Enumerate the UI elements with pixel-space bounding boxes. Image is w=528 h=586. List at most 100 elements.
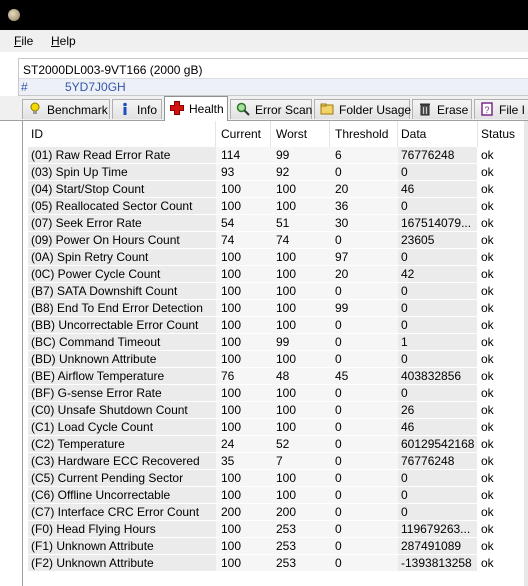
threshold-value: 0 xyxy=(330,521,400,537)
table-row[interactable]: (F0) Head Flying Hours 100 253 0 119679263..… xyxy=(23,521,528,538)
column-header-status[interactable]: Status xyxy=(478,121,528,147)
current-value: 100 xyxy=(216,198,273,214)
table-row[interactable]: (C3) Hardware ECC Recovered 35 7 0 76776248 o… xyxy=(23,453,528,470)
title-bar xyxy=(0,0,528,30)
raw-data: 0 xyxy=(398,283,477,299)
worst-value: 253 xyxy=(271,538,332,554)
drive-serial: 5YD7J0GH xyxy=(65,80,126,94)
magnifier-icon xyxy=(236,102,250,116)
raw-data: 76776248 xyxy=(398,453,477,469)
threshold-value: 6 xyxy=(330,147,400,163)
current-value: 200 xyxy=(216,504,273,520)
threshold-value: 20 xyxy=(330,266,400,282)
column-header-threshold[interactable]: Threshold xyxy=(330,121,398,147)
current-value: 100 xyxy=(216,334,273,350)
column-header-worst[interactable]: Worst xyxy=(271,121,330,147)
attribute-id: (0A) Spin Retry Count xyxy=(28,249,219,265)
table-row[interactable]: (03) Spin Up Time 93 92 0 0 ok xyxy=(23,164,528,181)
raw-data: -1393813258 xyxy=(398,555,477,571)
column-header-id[interactable]: ID xyxy=(23,121,216,147)
file-info-icon: ? xyxy=(481,102,493,116)
threshold-value: 0 xyxy=(330,538,400,554)
tab-error-scan[interactable]: Error Scan xyxy=(230,99,312,119)
table-row[interactable]: (F2) Unknown Attribute 100 253 0 -1393813258… xyxy=(23,555,528,572)
attribute-id: (BC) Command Timeout xyxy=(28,334,219,350)
tab-benchmark[interactable]: Benchmark xyxy=(22,99,110,119)
status: ok xyxy=(481,488,494,502)
raw-data: 42 xyxy=(398,266,477,282)
status: ok xyxy=(481,216,494,230)
status: ok xyxy=(481,352,494,366)
tab-folder-usage[interactable]: Folder Usage xyxy=(314,99,411,119)
table-row[interactable]: (BE) Airflow Temperature 76 48 45 403832856 o… xyxy=(23,368,528,385)
worst-value: 100 xyxy=(271,470,332,486)
tab-health[interactable]: Health xyxy=(164,96,228,121)
raw-data: 167514079... xyxy=(398,215,477,231)
drive-serial-row: # 5YD7J0GH xyxy=(19,78,528,95)
table-row[interactable]: (05) Reallocated Sector Count 100 100 36 0 ok xyxy=(23,198,528,215)
status: ok xyxy=(481,437,494,451)
table-row[interactable]: (C7) Interface CRC Error Count 200 200 0 0 ok xyxy=(23,504,528,521)
table-row[interactable]: (C0) Unsafe Shutdown Count 100 100 0 26 ok xyxy=(23,402,528,419)
status: ok xyxy=(481,267,494,281)
status: ok xyxy=(481,522,494,536)
menu-file[interactable]: File xyxy=(14,34,33,48)
raw-data: 46 xyxy=(398,181,477,197)
table-row[interactable]: (07) Seek Error Rate 54 51 30 167514079... ok xyxy=(23,215,528,232)
tab-erase[interactable]: Erase xyxy=(412,99,472,119)
threshold-value: 0 xyxy=(330,402,400,418)
raw-data: 403832856 xyxy=(398,368,477,384)
attribute-id: (BB) Uncorrectable Error Count xyxy=(28,317,219,333)
tab-bar: Benchmark Info Health Error Scan Folder … xyxy=(0,96,528,121)
table-row[interactable]: (BF) G-sense Error Rate 100 100 0 0 ok xyxy=(23,385,528,402)
current-value: 100 xyxy=(216,351,273,367)
table-row[interactable]: (BC) Command Timeout 100 99 0 1 ok xyxy=(23,334,528,351)
threshold-value: 20 xyxy=(330,181,400,197)
table-row[interactable]: (C2) Temperature 24 52 0 60129542168 ok xyxy=(23,436,528,453)
table-row[interactable]: (B7) SATA Downshift Count 100 100 0 0 ok xyxy=(23,283,528,300)
scrollbar[interactable] xyxy=(524,121,528,586)
raw-data: 0 xyxy=(398,470,477,486)
attribute-id: (BD) Unknown Attribute xyxy=(28,351,219,367)
column-header-current[interactable]: Current xyxy=(216,121,271,147)
table-body: (01) Raw Read Error Rate 114 99 6 76776248 ok… xyxy=(23,147,528,572)
table-row[interactable]: (BD) Unknown Attribute 100 100 0 0 ok xyxy=(23,351,528,368)
threshold-value: 0 xyxy=(330,453,400,469)
serial-hash: # xyxy=(21,80,28,94)
table-row[interactable]: (01) Raw Read Error Rate 114 99 6 76776248 ok xyxy=(23,147,528,164)
table-row[interactable]: (F1) Unknown Attribute 100 253 0 287491089 ok xyxy=(23,538,528,555)
attribute-id: (B8) End To End Error Detection xyxy=(28,300,219,316)
threshold-value: 0 xyxy=(330,504,400,520)
menu-help[interactable]: Help xyxy=(51,34,76,48)
worst-value: 51 xyxy=(271,215,332,231)
table-row[interactable]: (0C) Power Cycle Count 100 100 20 42 ok xyxy=(23,266,528,283)
table-row[interactable]: (C5) Current Pending Sector 100 100 0 0 ok xyxy=(23,470,528,487)
tab-file-info[interactable]: ? File I xyxy=(474,99,528,119)
current-value: 100 xyxy=(216,385,273,401)
attribute-id: (BE) Airflow Temperature xyxy=(28,368,219,384)
status: ok xyxy=(481,284,494,298)
table-row[interactable]: (04) Start/Stop Count 100 100 20 46 ok xyxy=(23,181,528,198)
current-value: 100 xyxy=(216,283,273,299)
raw-data: 0 xyxy=(398,164,477,180)
column-header-data[interactable]: Data xyxy=(398,121,478,147)
status: ok xyxy=(481,556,494,570)
drive-selector[interactable]: ST2000DL003-9VT166 (2000 gB) # 5YD7J0GH xyxy=(18,58,528,96)
worst-value: 100 xyxy=(271,181,332,197)
threshold-value: 36 xyxy=(330,198,400,214)
worst-value: 100 xyxy=(271,385,332,401)
table-row[interactable]: (09) Power On Hours Count 74 74 0 23605 ok xyxy=(23,232,528,249)
table-row[interactable]: (C1) Load Cycle Count 100 100 0 46 ok xyxy=(23,419,528,436)
raw-data: 119679263... xyxy=(398,521,477,537)
table-row[interactable]: (B8) End To End Error Detection 100 100 99 0… xyxy=(23,300,528,317)
drive-name: ST2000DL003-9VT166 (2000 gB) xyxy=(23,63,203,77)
table-row[interactable]: (BB) Uncorrectable Error Count 100 100 0 0 ok xyxy=(23,317,528,334)
current-value: 100 xyxy=(216,470,273,486)
worst-value: 100 xyxy=(271,487,332,503)
table-row[interactable]: (0A) Spin Retry Count 100 100 97 0 ok xyxy=(23,249,528,266)
current-value: 76 xyxy=(216,368,273,384)
attribute-id: (F2) Unknown Attribute xyxy=(28,555,219,571)
table-row[interactable]: (C6) Offline Uncorrectable 100 100 0 0 ok xyxy=(23,487,528,504)
tab-info[interactable]: Info xyxy=(112,99,162,119)
current-value: 114 xyxy=(216,147,273,163)
